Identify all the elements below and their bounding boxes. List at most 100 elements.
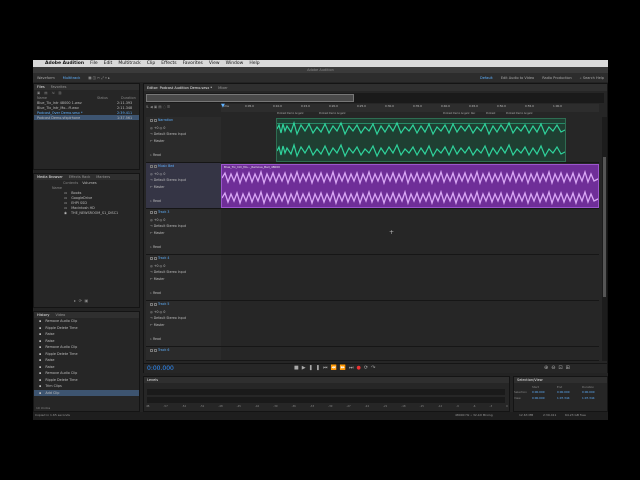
track-lane[interactable]: Blue_Tix_Intr_Mo..._Remove_Bed_48000 (221, 163, 599, 209)
track-input[interactable]: Default Stereo Input (154, 224, 186, 228)
music-bed-clip[interactable]: Blue_Tix_Intr_Mo..._Remove_Bed_48000 (221, 164, 599, 208)
volume-knob-icon[interactable]: ◎ (150, 264, 153, 268)
track-pan[interactable]: 0 (163, 264, 165, 268)
pan-knob-icon[interactable]: ◎ (160, 264, 163, 268)
track-name[interactable]: Track 6 (158, 348, 169, 352)
view-start[interactable]: 0:00.000 (532, 396, 557, 402)
marker[interactable]: Rec (471, 112, 475, 115)
track-volume[interactable]: +0 (154, 218, 159, 222)
tab-files[interactable]: Files (37, 85, 45, 89)
track-output[interactable]: Master (154, 139, 165, 143)
tab-editor[interactable]: Editor: Podcast Audition Demo.sesx * (147, 86, 212, 90)
mute-button[interactable] (150, 348, 153, 352)
view-duration[interactable]: 1:07.344 (582, 396, 595, 402)
track-header[interactable]: Track 6 (146, 347, 221, 361)
track-options-icon[interactable]: ⇅ ◀ ▣ ▤ ◌ ☰ (146, 105, 170, 109)
zoom-navigator-handle[interactable] (146, 94, 354, 102)
new-file-icon[interactable]: ▣ (37, 91, 40, 95)
mute-button[interactable] (150, 164, 153, 168)
track-pan[interactable]: 0 (163, 310, 165, 314)
track-pan[interactable]: 0 (163, 126, 165, 130)
solo-button[interactable] (154, 256, 157, 260)
record-icon[interactable]: ● (356, 365, 363, 371)
marker[interactable]: Podcast Demo Angelic (443, 112, 470, 115)
track-automation-mode[interactable]: Read (153, 153, 161, 157)
col-name[interactable]: Name (37, 96, 93, 100)
marker[interactable]: Podcast Demo Angelic (277, 112, 304, 115)
pan-knob-icon[interactable]: ◎ (160, 126, 163, 130)
track-output[interactable]: Master (154, 323, 165, 327)
playhead-icon[interactable]: ▼ (221, 103, 225, 109)
workspace-edit-audio-to-video[interactable]: Edit Audio to Video (497, 76, 538, 80)
scrollbar-thumb[interactable] (603, 157, 606, 297)
volume-knob-icon[interactable]: ◎ (150, 218, 153, 222)
tool-icons[interactable]: ▦ ◫ ✂ ⤢ ⌖ ▸ (84, 76, 114, 80)
search-help[interactable]: ⌕ Search Help (576, 76, 608, 80)
loop-icon[interactable]: ⟳ (79, 298, 82, 303)
file-item[interactable]: Blue_Tix_Intr_Mo...ff.wav 2:11.348 (34, 105, 139, 110)
overview-bar[interactable] (146, 93, 604, 103)
close-file-icon[interactable]: ▥ (58, 91, 61, 95)
track-volume[interactable]: +0 (154, 172, 159, 176)
history-item[interactable]: ▪ Add Clip (34, 389, 139, 396)
play-preview-icon[interactable]: ▸ (74, 298, 76, 303)
zoom-selection-icon[interactable]: ⊞ (566, 365, 573, 371)
menu-help[interactable]: Help (249, 61, 259, 66)
workspace-radio-production[interactable]: Radio Production (538, 76, 576, 80)
track-volume[interactable]: +0 (154, 126, 159, 130)
menu-clip[interactable]: Clip (147, 61, 156, 66)
menu-multitrack[interactable]: Multitrack (118, 61, 140, 66)
marker[interactable]: Podcast Demo Angelic (506, 112, 533, 115)
mute-button[interactable] (150, 302, 153, 306)
mute-button[interactable] (150, 256, 153, 260)
mute-button[interactable] (150, 118, 153, 122)
track-header[interactable]: Track 4 ◎ +0 ◎ 0 → Default Stereo Input … (146, 255, 221, 301)
track-input[interactable]: Default Stereo Input (154, 132, 186, 136)
zoom-full-icon[interactable]: ⊡ (558, 365, 565, 371)
file-item[interactable]: Podcast_Over Demo.sesx * 2:39.411 (34, 110, 139, 115)
selection-view-title[interactable]: Selection/View (517, 378, 543, 382)
track-name[interactable]: Track 4 (158, 256, 169, 260)
solo-button[interactable] (154, 210, 157, 214)
stop-icon[interactable]: ■ (294, 365, 302, 371)
marker[interactable]: Podcast (486, 112, 495, 115)
file-item[interactable]: Podcast Demo.sfxplrhone 1:37.561 (34, 115, 139, 120)
volume-knob-icon[interactable]: ◎ (150, 126, 153, 130)
workspace-default[interactable]: Default (476, 76, 497, 80)
tab-mixer[interactable]: Mixer (218, 86, 228, 90)
menu-favorites[interactable]: Favorites (183, 61, 203, 66)
track-header[interactable]: Music Bed ◎ +0 ◎ 0 → Default Stereo Inpu… (146, 163, 221, 209)
waveform-button[interactable]: Waveform (33, 76, 59, 80)
play-icon[interactable]: ▶ (302, 365, 309, 371)
multitrack-button[interactable]: Multitrack (59, 76, 84, 80)
view-end[interactable]: 1:07.344 (557, 396, 582, 402)
track-automation-mode[interactable]: Read (153, 245, 161, 249)
track-volume[interactable]: +0 (154, 264, 159, 268)
rewind-start-icon[interactable]: ⏮ (323, 365, 331, 371)
current-time[interactable]: 0:00.000 (147, 365, 174, 372)
menu-effects[interactable]: Effects (161, 61, 176, 66)
track-name[interactable]: Music Bed (158, 164, 174, 168)
solo-button[interactable] (154, 348, 157, 352)
loop-icon[interactable]: ⟳ (364, 365, 371, 371)
track-input[interactable]: Default Stereo Input (154, 178, 186, 182)
menu-view[interactable]: View (209, 61, 220, 66)
track-lane[interactable] (221, 209, 599, 255)
contents-select[interactable]: Volumes (82, 181, 96, 185)
pan-knob-icon[interactable]: ◎ (160, 172, 163, 176)
skip-icon[interactable]: ↷ (371, 365, 378, 371)
track-lane[interactable] (221, 301, 599, 347)
vertical-scrollbar[interactable] (602, 117, 607, 361)
track-lane[interactable] (221, 255, 599, 301)
col-status[interactable]: Status (97, 96, 117, 100)
track-pan[interactable]: 0 (163, 218, 165, 222)
open-file-icon[interactable]: ▤ (44, 91, 47, 95)
app-menu[interactable]: Adobe Audition (45, 61, 84, 66)
track-input[interactable]: Default Stereo Input (154, 270, 186, 274)
volume-knob-icon[interactable]: ◎ (150, 172, 153, 176)
track-output[interactable]: Master (154, 185, 165, 189)
track-automation-mode[interactable]: Read (153, 199, 161, 203)
import-icon[interactable]: ⇲ (51, 91, 54, 95)
menu-edit[interactable]: Edit (104, 61, 113, 66)
pan-knob-icon[interactable]: ◎ (160, 310, 163, 314)
